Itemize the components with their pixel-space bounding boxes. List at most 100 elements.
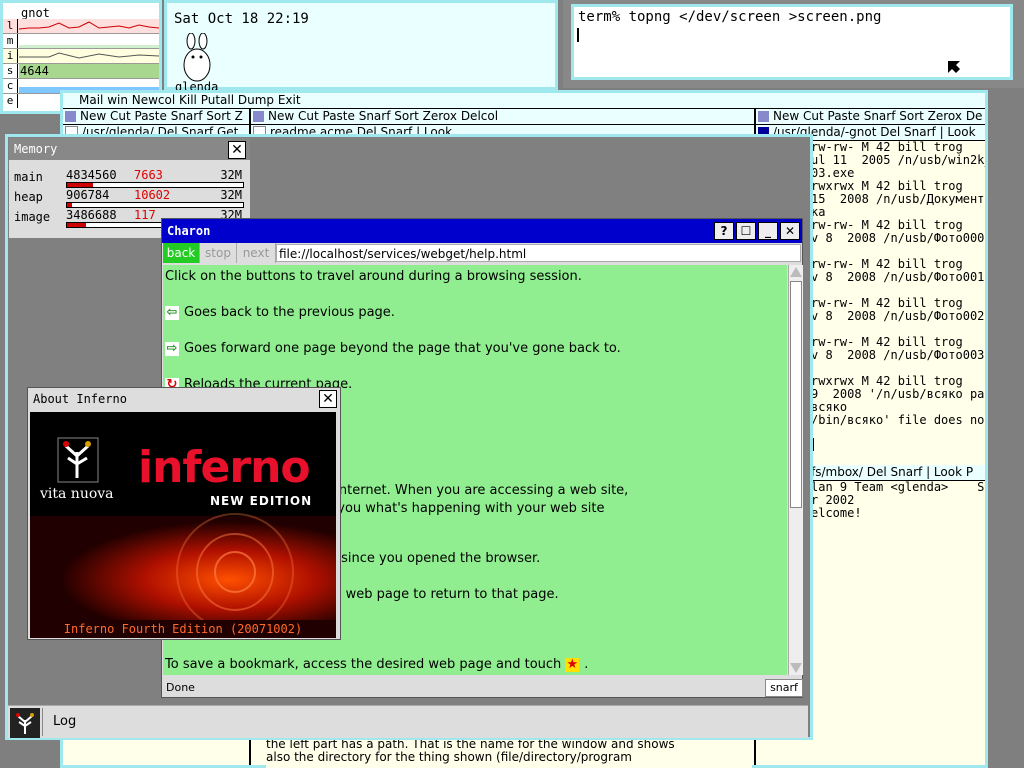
stats-title: gnot: [21, 6, 50, 20]
memory-label: image: [14, 210, 51, 224]
memory-bar-fill: [67, 183, 93, 187]
swap-graph: 4644: [19, 64, 159, 78]
scroll-down-icon[interactable]: [790, 663, 802, 673]
content-line: Click on the buttons to travel around du…: [165, 269, 582, 284]
stats-letter: m: [3, 34, 18, 48]
column-handle[interactable]: [65, 111, 76, 122]
log-button[interactable]: Log: [42, 708, 95, 736]
memory-row: heap 906784 10602 32M: [14, 188, 246, 208]
about-window: About Inferno ✕ vita nuova inferno NEW E…: [27, 387, 341, 640]
acme-col3-tag-text: New Cut Paste Snarf Sort Zerox De: [773, 109, 983, 123]
memory-row: main 4834560 7663 32M: [14, 168, 246, 188]
mail-listing[interactable]: lan 9 Team <glenda> Sat r 2002 elcome!: [811, 481, 985, 526]
about-splash: vita nuova inferno NEW EDITION Inferno F…: [30, 412, 336, 638]
directory-listing[interactable]: rw-rw- M 42 bill trog 618ul 11 2005 /n/u…: [811, 141, 985, 441]
product-name: inferno: [138, 442, 311, 493]
back-arrow-icon[interactable]: ⇦: [165, 305, 179, 320]
listing-line: /bin/всяко' file does not exis: [811, 413, 985, 427]
memory-used: 4834560: [66, 168, 117, 182]
acme-col3-tag[interactable]: New Cut Paste Snarf Sort Zerox De: [756, 109, 985, 125]
terminal-window[interactable]: term% topng </dev/screen >screen.png: [563, 0, 1024, 88]
memory-max: 32M: [220, 188, 242, 202]
memory-high: 10602: [134, 188, 171, 202]
memory-bar-fill: [67, 223, 86, 227]
charon-title[interactable]: Charon: [162, 219, 802, 243]
vertical-scrollbar[interactable]: [788, 265, 803, 675]
help-icon[interactable]: ?: [714, 222, 734, 240]
taskbar: Log: [8, 705, 808, 738]
intr-graph: [19, 52, 159, 59]
period: .: [584, 657, 589, 672]
content-text: Goes forward one page beyond the page th…: [184, 341, 621, 356]
memory-used: 906784: [66, 188, 110, 202]
acme-col1-tag[interactable]: New Cut Paste Snarf Sort Z: [63, 109, 249, 125]
swap-value: 4644: [20, 64, 49, 78]
listing-line: v 8 2008 /n/usb/Фото002.: [811, 309, 985, 323]
next-button[interactable]: next: [237, 243, 276, 263]
stop-button[interactable]: stop: [200, 243, 237, 263]
status-text: Done: [166, 681, 195, 694]
acme-col2-tag[interactable]: New Cut Paste Snarf Sort Zerox Delcol: [251, 109, 754, 125]
text-cursor: [577, 28, 579, 42]
acme-col1-tag-text: New Cut Paste Snarf Sort Z: [80, 109, 243, 123]
stats-letter: s: [3, 64, 18, 78]
acme-main-tag[interactable]: Mail win Newcol Kill Putall Dump Exit: [63, 93, 985, 109]
snarf-button[interactable]: snarf: [765, 679, 803, 697]
bookmark-icon[interactable]: ★: [565, 657, 580, 672]
stats-letter: c: [3, 79, 18, 93]
readme-line: also the directory for the thing shown (…: [266, 750, 632, 764]
maximize-icon[interactable]: ☐: [736, 222, 756, 240]
listing-line: 15 2008 /n/usb/Документы_: [811, 192, 985, 206]
inferno-logo-icon[interactable]: [10, 708, 40, 738]
load-graph: [19, 21, 159, 30]
memory-label: heap: [14, 190, 43, 204]
stats-letter: e: [3, 94, 18, 108]
scroll-up-icon[interactable]: [790, 267, 802, 277]
content-line: ⇦ Goes back to the previous page.: [165, 305, 395, 320]
url-field[interactable]: file://localhost/services/webget/help.ht…: [276, 244, 801, 262]
mouse-pointer-icon: [948, 61, 960, 73]
bunny-icon: [183, 33, 211, 82]
about-title[interactable]: About Inferno: [28, 388, 340, 410]
edition-label: NEW EDITION: [210, 494, 313, 508]
acme-mail-tag[interactable]: fs/mbox/ Del Snarf | Look P: [811, 465, 985, 481]
mail-line: elcome!: [811, 506, 862, 520]
stats-row-intr: i: [3, 49, 159, 64]
content-line: To save a bookmark, access the desired w…: [165, 657, 588, 672]
forward-arrow-icon[interactable]: ⇨: [165, 341, 179, 356]
back-button[interactable]: back: [163, 243, 200, 263]
acme-main-tag-text: Mail win Newcol Kill Putall Dump Exit: [79, 93, 301, 107]
stats-row-swap: s 4644: [3, 64, 159, 79]
memory-title[interactable]: Memory: [9, 138, 250, 160]
column-handle[interactable]: [758, 111, 769, 122]
clock-datetime: Sat Oct 18 22:19: [174, 11, 309, 27]
listing-line: v 8 2008 /n/usb/Фото000.: [811, 231, 985, 245]
memory-label: main: [14, 170, 43, 184]
content-text: To save a bookmark, access the desired w…: [165, 657, 562, 672]
content-text: Goes back to the previous page.: [184, 305, 395, 320]
acme-mail-tag-text: fs/mbox/ Del Snarf | Look P: [811, 465, 974, 479]
column-handle[interactable]: [253, 111, 264, 122]
stats-letter: l: [3, 19, 18, 33]
content-line: ⇨ Goes forward one page beyond the page t…: [165, 341, 621, 356]
edition-caption: Inferno Fourth Edition (20071002): [30, 620, 336, 638]
close-icon[interactable]: ✕: [319, 390, 337, 408]
close-icon[interactable]: ✕: [228, 141, 246, 159]
acme-col2-tag-text: New Cut Paste Snarf Sort Zerox Delcol: [268, 109, 499, 123]
memory-high: 7663: [134, 168, 163, 182]
listing-line: v 8 2008 /n/usb/Фото003.: [811, 348, 985, 362]
listing-line: v 8 2008 /n/usb/Фото001.: [811, 270, 985, 284]
stats-row-mem: m: [3, 34, 159, 49]
mem-graph: [19, 45, 159, 48]
brand-name: vita nuova: [40, 486, 114, 502]
terminal-body[interactable]: term% topng </dev/screen >screen.png: [571, 4, 1013, 80]
close-icon[interactable]: ✕: [780, 222, 800, 240]
readme-text[interactable]: the left part has a path. That is the na…: [266, 738, 752, 768]
minimize-icon[interactable]: _: [758, 222, 778, 240]
memory-bar-fill: [67, 203, 72, 207]
terminal-command: term% topng </dev/screen >screen.png: [578, 9, 882, 25]
memory-high: 117: [134, 208, 156, 222]
scroll-thumb[interactable]: [790, 281, 802, 508]
clock-window: Sat Oct 18 22:19 glenda: [164, 0, 558, 94]
memory-max: 32M: [220, 168, 242, 182]
